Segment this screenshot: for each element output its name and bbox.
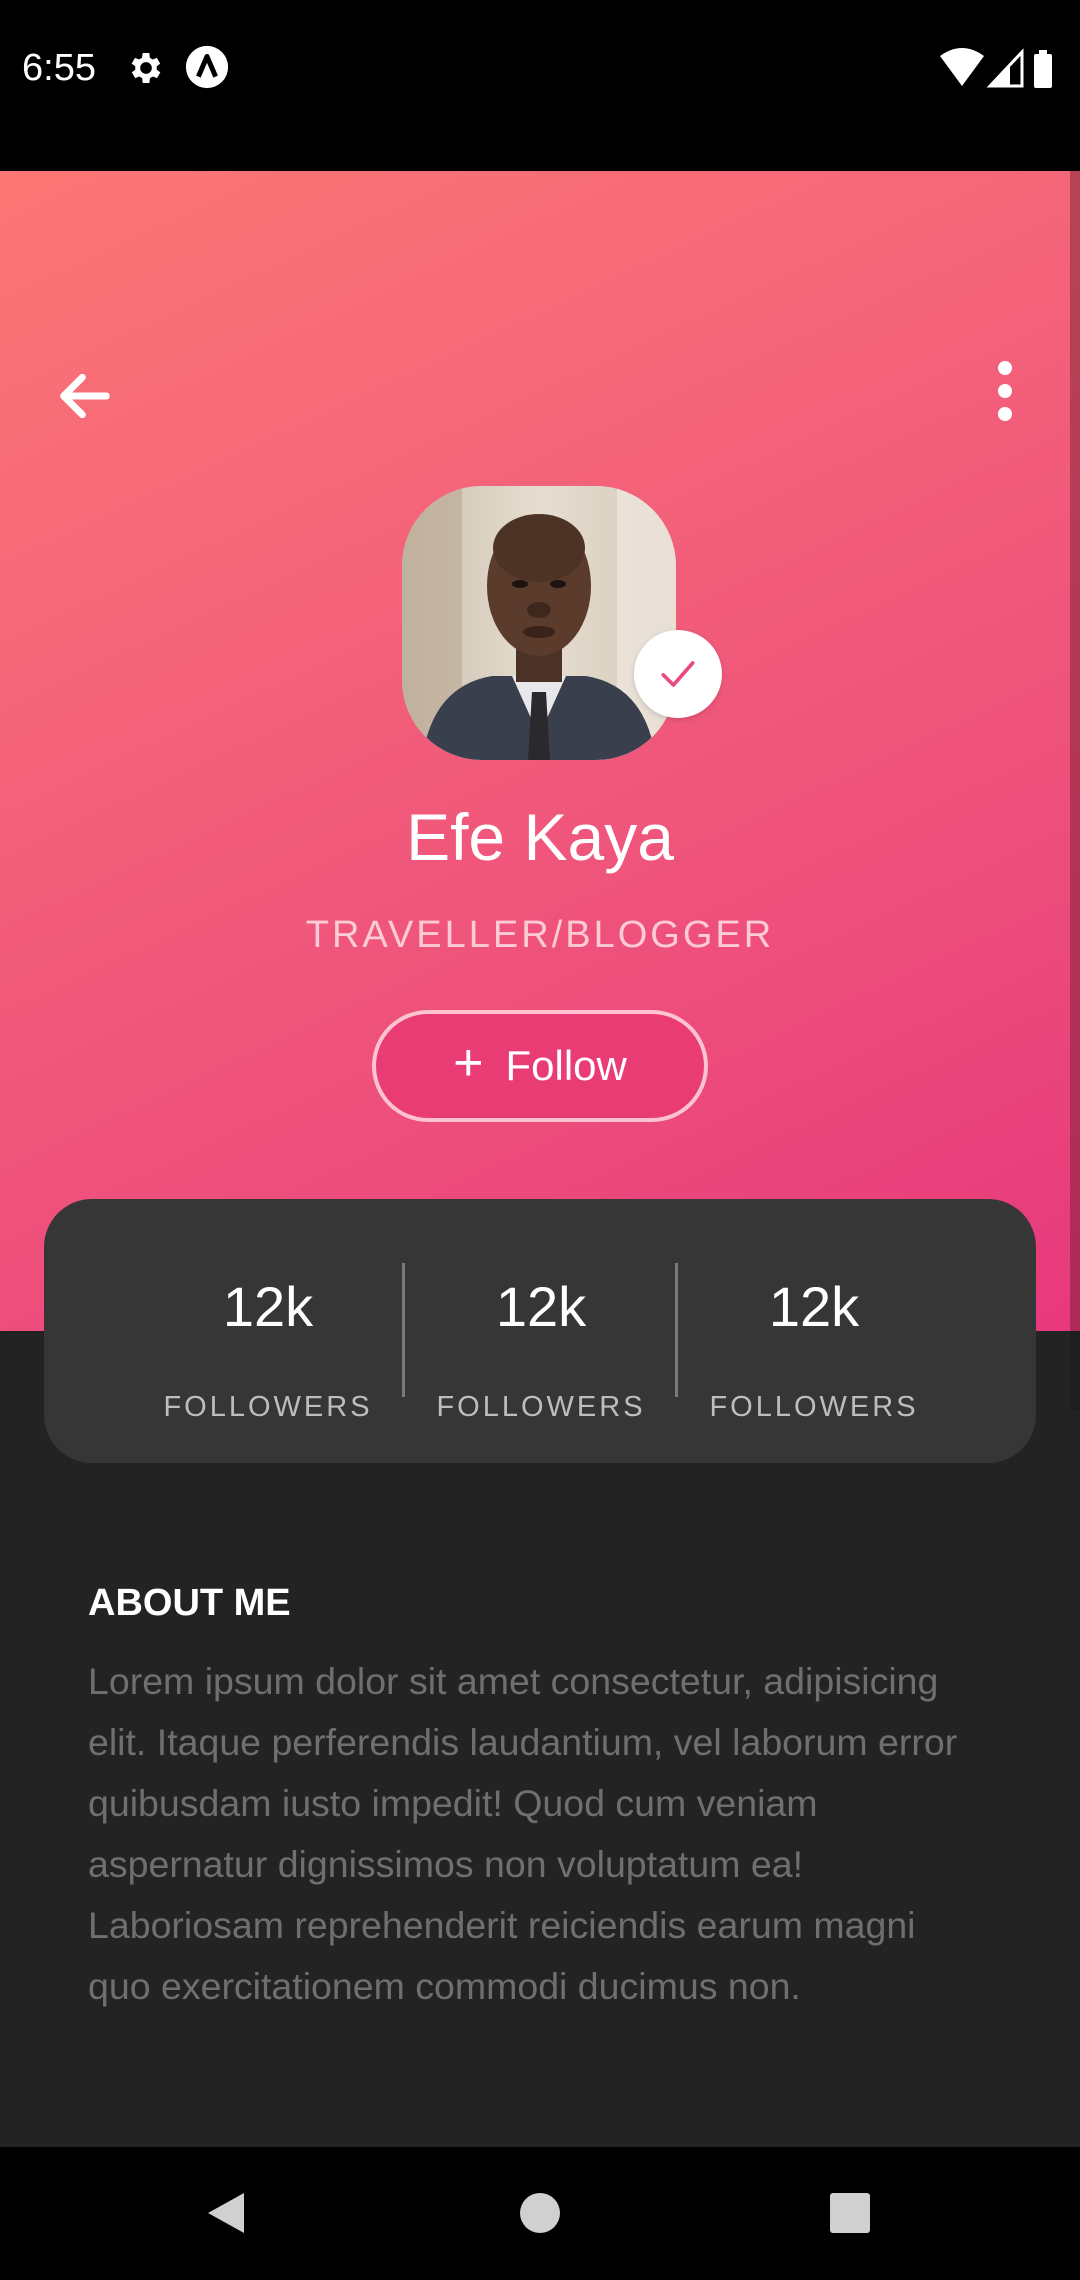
stat-item[interactable]: 12k FOLLOWERS: [405, 1199, 677, 1463]
arrow-back-icon: [60, 373, 110, 419]
verified-badge: [634, 630, 722, 718]
nav-back-button[interactable]: [186, 2173, 266, 2253]
avatar-photo: [402, 486, 676, 760]
about-title: ABOUT ME: [88, 1582, 291, 1624]
stat-value: 12k: [768, 1275, 860, 1338]
nav-home-icon: [520, 2193, 560, 2233]
nav-home-button[interactable]: [500, 2173, 580, 2253]
nav-recents-icon: [830, 2193, 870, 2233]
scrollbar[interactable]: [1070, 171, 1080, 1411]
nav-recents-button[interactable]: [810, 2173, 890, 2253]
stat-item[interactable]: 12k FOLLOWERS: [678, 1199, 950, 1463]
more-options-button[interactable]: [960, 341, 1050, 441]
stat-label: FOLLOWERS: [436, 1391, 646, 1423]
stat-label: FOLLOWERS: [163, 1391, 373, 1423]
gear-icon: [131, 53, 161, 83]
profile-avatar-container: [402, 486, 722, 760]
stats-card: 12k FOLLOWERS 12k FOLLOWERS 12k FOLLOWER…: [44, 1199, 1036, 1463]
about-text: Lorem ipsum dolor sit amet consectetur, …: [88, 1660, 958, 2007]
status-bar: 6:55: [0, 0, 1080, 171]
more-vert-icon: [998, 361, 1012, 421]
stat-label: FOLLOWERS: [709, 1391, 919, 1423]
status-time: 6:55: [22, 47, 96, 89]
check-icon: [661, 661, 695, 687]
plus-icon: +: [453, 1034, 484, 1092]
follow-label: Follow: [505, 1042, 627, 1089]
wifi-icon: [940, 48, 984, 86]
profile-name: Efe Kaya: [406, 800, 674, 874]
system-nav-bar: [0, 2147, 1080, 2280]
app-a-icon: [185, 45, 229, 89]
nav-back-icon: [208, 2193, 244, 2233]
profile-screen: Efe Kaya TRAVELLER/BLOGGER + Follow 12k …: [0, 171, 1080, 2147]
status-indicators: [940, 48, 1052, 88]
stat-value: 12k: [495, 1275, 587, 1338]
signal-icon: [986, 48, 1024, 88]
scrollbar-thumb[interactable]: [1070, 171, 1080, 1331]
stat-item[interactable]: 12k FOLLOWERS: [132, 1199, 404, 1463]
profile-role: TRAVELLER/BLOGGER: [305, 914, 775, 956]
back-button[interactable]: [40, 351, 130, 441]
battery-icon: [1034, 50, 1052, 88]
avatar[interactable]: [402, 486, 676, 760]
follow-button[interactable]: + Follow: [372, 1010, 708, 1122]
stat-value: 12k: [222, 1275, 314, 1338]
